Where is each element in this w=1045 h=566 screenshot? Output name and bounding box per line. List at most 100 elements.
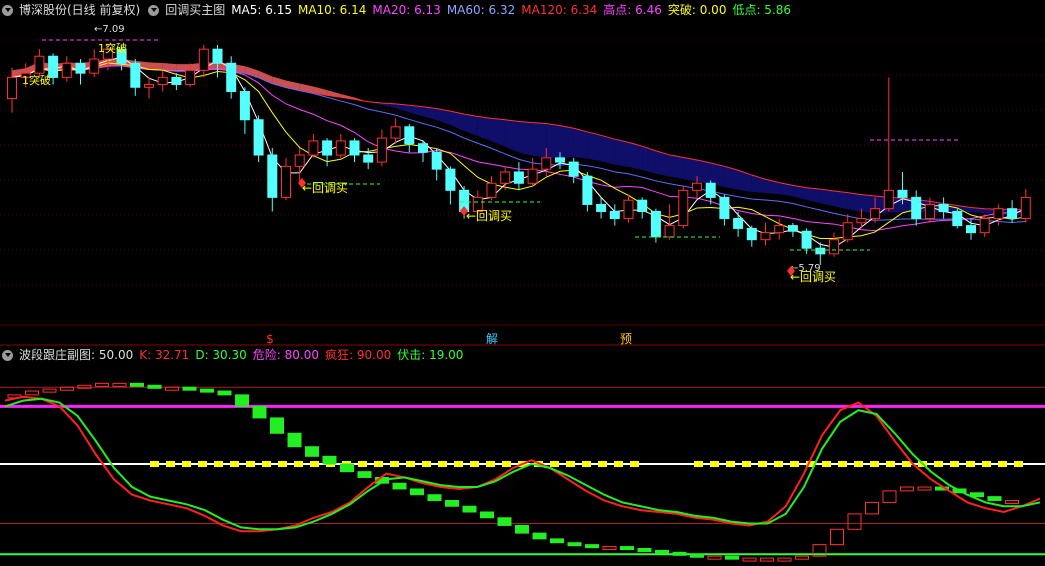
candle-body (870, 208, 881, 220)
candle-body (719, 196, 730, 220)
candle-body (993, 208, 1004, 220)
candle-body (500, 171, 511, 184)
trend-step-bar (917, 486, 932, 491)
candle-body (349, 140, 360, 156)
candle-body (596, 203, 607, 212)
mid-dot (422, 461, 431, 467)
mid-dot (694, 461, 703, 467)
trend-band (628, 142, 643, 171)
candle-body (911, 196, 922, 220)
candle-body (239, 91, 250, 121)
candle-body (801, 230, 812, 249)
trend-step-bar (585, 544, 599, 549)
signal-marker: 解 (486, 332, 498, 346)
trend-step-bar (532, 532, 547, 540)
candle-body (568, 161, 579, 177)
mid-dot (566, 461, 575, 467)
trend-step-bar (1005, 499, 1019, 504)
mid-dot (550, 461, 559, 467)
trend-band (149, 62, 163, 71)
mid-dot (1014, 461, 1023, 467)
candle-body (842, 222, 853, 241)
candle-body (226, 62, 237, 93)
candle-body (1007, 208, 1018, 220)
trend-band (765, 179, 780, 195)
trend-step-bar (795, 555, 809, 560)
candle-body (198, 48, 209, 71)
candle-body (212, 48, 223, 64)
mid-dot (710, 461, 719, 467)
mid-dot (262, 461, 271, 467)
candle-body (787, 225, 798, 232)
trend-step-bar (707, 555, 722, 560)
trend-band (587, 131, 602, 162)
trend-step-bar (25, 390, 39, 396)
mid-dot (982, 461, 991, 467)
mid-dot (854, 461, 863, 467)
candle-body (308, 140, 319, 156)
candle-body (527, 168, 538, 184)
mid-dot (998, 461, 1007, 467)
candle-body (692, 182, 702, 191)
stock-chart[interactable]: 1突破1突破←7.09←回调买←回调买←5.79←回调买 $ 解预 (0, 0, 1045, 566)
mid-dot (278, 461, 287, 467)
candle-body (281, 165, 291, 198)
mid-dot (742, 461, 751, 467)
trend-step-bar (655, 549, 669, 554)
candle-body (335, 140, 346, 156)
trend-step-bar (270, 417, 284, 434)
candle-body (294, 154, 305, 167)
mid-dot (902, 461, 911, 467)
trend-step-bar (217, 390, 232, 396)
signal-marker: $ (266, 332, 274, 346)
candle-body (897, 189, 908, 198)
breakout-label: 1突破 (98, 41, 127, 55)
candle-body (760, 232, 771, 241)
trend-step-bar (882, 490, 897, 503)
breakout-label: 1突破 (22, 73, 51, 87)
candle-body (130, 62, 141, 88)
candle-body (34, 55, 45, 74)
trend-step-bar (760, 557, 774, 562)
mid-dot (182, 461, 191, 467)
candle-body (664, 225, 675, 238)
candle-body (61, 62, 72, 78)
mid-dot (198, 461, 207, 467)
mid-dot (374, 461, 383, 467)
candle-body (746, 227, 757, 241)
candle-body (322, 140, 333, 156)
candle-body (815, 247, 826, 255)
mid-dot (934, 461, 943, 467)
trend-step-bar (637, 547, 652, 552)
mid-dot (630, 461, 639, 467)
trend-step-bar (830, 528, 844, 546)
mid-dot (886, 461, 895, 467)
trend-band (560, 125, 574, 158)
trend-step-bar (165, 386, 179, 391)
candle-body (157, 76, 168, 85)
mid-dot (950, 461, 959, 467)
trend-step-bar (550, 538, 564, 544)
trend-step-bar (847, 513, 862, 530)
pullback-buy-label: ←回调买 (302, 181, 348, 195)
candle-body (390, 126, 401, 139)
trend-step-bar (480, 511, 494, 519)
trend-step-bar (567, 542, 582, 547)
candle-body (418, 143, 428, 153)
mid-dot (214, 461, 223, 467)
candle-body (856, 218, 867, 224)
candle-body (185, 69, 196, 85)
trend-step-bar (112, 382, 127, 387)
candle-body (924, 203, 935, 220)
trend-band (491, 118, 506, 147)
mid-dot (294, 461, 303, 467)
trend-step-bar (235, 394, 249, 407)
mid-dot (582, 461, 591, 467)
trend-step-bar (690, 553, 704, 558)
trend-band (258, 70, 273, 84)
trend-band (573, 128, 588, 159)
mid-dot (454, 461, 463, 467)
mid-dot (150, 461, 159, 467)
candle-body (555, 157, 565, 163)
trend-band (464, 114, 478, 137)
